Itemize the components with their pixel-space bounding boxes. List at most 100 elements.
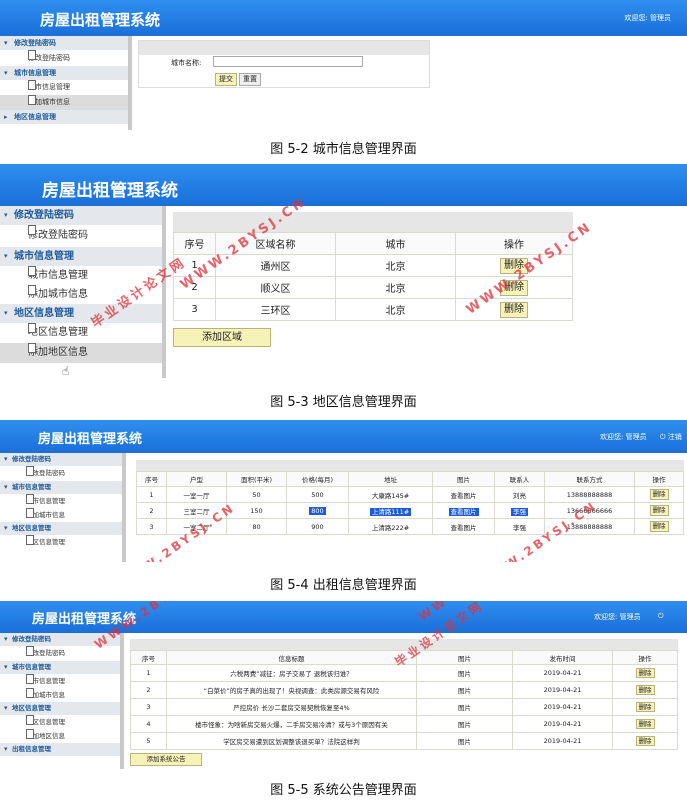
welcome-text: 欢迎您: 管理员	[600, 433, 647, 441]
delete-button[interactable]: 删除	[649, 521, 669, 532]
cell-date: 2019-04-21	[512, 681, 613, 699]
menu-item-add-city[interactable]: 添加城市信息	[0, 95, 128, 110]
cell-picture[interactable]: 图片	[416, 664, 513, 682]
view-picture-link[interactable]: 查看图片	[432, 502, 495, 519]
menu-item-add-city[interactable]: 添加城市信息	[0, 508, 122, 522]
logout-link[interactable]: ⏻ 注销	[660, 432, 682, 442]
col-city: 城市	[335, 232, 456, 255]
menu-group-password[interactable]: 修改登陆密码	[0, 453, 122, 466]
cell-address: 大康路145#	[348, 486, 433, 503]
menu-item-change-password[interactable]: 修改登陆密码	[0, 50, 128, 66]
table-row: 2 “白菜价”的房子真的出现了！央视调查：此类房源交易有风险 图片 2019-0…	[130, 681, 678, 699]
menu-group-district[interactable]: 地区信息管理	[0, 702, 120, 715]
cell-op: 删除	[612, 698, 678, 716]
menu-group-district[interactable]: 地区信息管理	[0, 304, 162, 323]
cell-contact: 刘亮	[494, 486, 545, 503]
cell-address: 上清路222#	[348, 518, 433, 535]
table-row: 4 楼市怪象：为啥新房交易火爆，二手房交易冷清？或与3个原因有关 图片 2019…	[130, 715, 678, 733]
cell-date: 2019-04-21	[512, 715, 613, 733]
menu-group-city[interactable]: 城市信息管理	[0, 247, 162, 266]
caption-fig-5-5: 图 5-5 系统公告管理界面	[270, 783, 417, 798]
city-name-input[interactable]	[213, 56, 363, 67]
col-phone: 联系方式	[544, 471, 635, 487]
app-title: 房屋出租管理系统	[42, 181, 178, 201]
col-no: 序号	[173, 232, 216, 255]
cell-op: 删除	[634, 502, 684, 519]
screenshot-district: 房屋出租管理系统 修改登陆密码 修改登陆密码 城市信息管理 城市信息管理 添加城…	[0, 164, 687, 378]
col-contact: 联系人	[494, 471, 545, 487]
cell-no: 5	[130, 732, 167, 750]
menu-item-change-password[interactable]: 修改登陆密码	[0, 225, 162, 247]
cell-date: 2019-04-21	[512, 664, 613, 682]
table-row: 3 严控房价 长沙二套房交易契税恢复至4% 图片 2019-04-21 删除	[130, 698, 678, 716]
add-notice-button[interactable]: 添加系统公告	[130, 753, 202, 766]
delete-button[interactable]: 删除	[635, 718, 655, 730]
cell-op: 删除	[612, 715, 678, 733]
menu-item-add-city[interactable]: 添加城市信息	[0, 688, 120, 702]
cell-op: 删除	[612, 664, 678, 682]
cell-picture[interactable]: 图片	[416, 681, 513, 699]
reset-button[interactable]: 重置	[239, 73, 261, 86]
app-header: 房屋出租管理系统 欢迎您: 管理员	[0, 0, 687, 36]
menu-group-district[interactable]: 地区信息管理	[0, 522, 122, 535]
menu-group-city[interactable]: 城市信息管理	[0, 661, 120, 674]
cell-title: 楼市怪象：为啥新房交易火爆，二手房交易冷清？或与3个原因有关	[166, 715, 417, 733]
menu-item-district[interactable]: 地区信息管理	[0, 323, 162, 343]
cell-title: 严控房价 长沙二套房交易契税恢复至4%	[166, 698, 417, 716]
menu-group-rental[interactable]: 出租信息管理	[0, 743, 120, 756]
cell-no: 4	[130, 715, 167, 733]
sidebar: 修改登陆密码 修改登陆密码 城市信息管理 城市信息管理 添加城市信息 地区信息管…	[0, 453, 126, 562]
cell-area: 80	[226, 518, 287, 535]
submit-button[interactable]: 提交	[215, 73, 237, 86]
menu-item-add-district[interactable]: 添加地区信息	[0, 729, 120, 743]
cell-price: 900	[286, 518, 349, 535]
menu-group-password[interactable]: 修改登陆密码	[0, 36, 128, 50]
table-row: 5 学区房交易遭到区划调整该退买单？法院这样判 图片 2019-04-21 删除	[130, 732, 678, 750]
view-picture-link[interactable]: 查看图片	[432, 518, 495, 535]
cell-picture[interactable]: 图片	[416, 732, 513, 750]
cursor-icon: ☝	[62, 364, 70, 378]
menu-item-add-district[interactable]: 添加地区信息	[0, 343, 162, 363]
cell-no: 3	[130, 698, 167, 716]
menu-item-city[interactable]: 城市信息管理	[0, 674, 120, 688]
col-price: 价格(每月)	[286, 471, 349, 487]
delete-button[interactable]: 删除	[649, 489, 669, 500]
cell-title: “白菜价”的房子真的出现了！央视调查：此类房源交易有风险	[166, 681, 417, 699]
delete-button[interactable]: 删除	[635, 735, 655, 747]
view-picture-link[interactable]: 查看图片	[432, 486, 495, 503]
cell-contact: 李强	[494, 518, 545, 535]
menu-group-password[interactable]: 修改登陆密码	[0, 206, 162, 225]
cell-picture[interactable]: 图片	[416, 698, 513, 716]
menu-item-district[interactable]: 地区信息管理	[0, 535, 122, 549]
menu-group-district[interactable]: 地区信息管理	[0, 110, 128, 124]
menu-item-city[interactable]: 城市信息管理	[0, 80, 128, 95]
delete-button[interactable]: 删除	[635, 701, 655, 713]
menu-group-city[interactable]: 城市信息管理	[0, 66, 128, 80]
cell-title: 六税两费”减征：房子交易了 退税该归谁？	[166, 664, 417, 682]
col-no: 序号	[130, 650, 167, 665]
cell-picture[interactable]: 图片	[416, 715, 513, 733]
menu-item-change-password[interactable]: 修改登陆密码	[0, 466, 122, 481]
add-district-button[interactable]: 添加区域	[173, 328, 271, 347]
menu-item-district[interactable]: 地区信息管理	[0, 715, 120, 729]
cell-date: 2019-04-21	[512, 698, 613, 716]
caption-fig-5-3: 图 5-3 地区信息管理界面	[270, 395, 417, 410]
sidebar: 修改登陆密码 修改登陆密码 城市信息管理 城市信息管理 添加城市信息 地区信息管…	[0, 633, 124, 769]
delete-button[interactable]: 删除	[635, 667, 655, 679]
cell-op: 删除	[634, 518, 684, 535]
cell-no: 3	[173, 298, 216, 321]
cell-op: 删除	[634, 486, 684, 503]
cell-no: 3	[136, 518, 167, 535]
delete-button[interactable]: 删除	[500, 301, 528, 318]
caption-fig-5-4: 图 5-4 出租信息管理界面	[270, 578, 417, 593]
app-header: 房屋出租管理系统	[0, 164, 687, 206]
delete-button[interactable]: 删除	[649, 505, 669, 516]
cell-no: 1	[130, 664, 167, 682]
district-panel: 序号 区域名称 城市 操作 1 通州区 北京 删除 2 顺义区 北京 删除 3 …	[173, 212, 573, 347]
logout-icon[interactable]: ⏻	[658, 612, 664, 621]
menu-group-city[interactable]: 城市信息管理	[0, 481, 122, 494]
col-op: 操作	[612, 650, 678, 665]
delete-button[interactable]: 删除	[635, 684, 655, 696]
welcome-text: 欢迎您: 管理员	[624, 14, 671, 22]
menu-item-city[interactable]: 城市信息管理	[0, 494, 122, 508]
